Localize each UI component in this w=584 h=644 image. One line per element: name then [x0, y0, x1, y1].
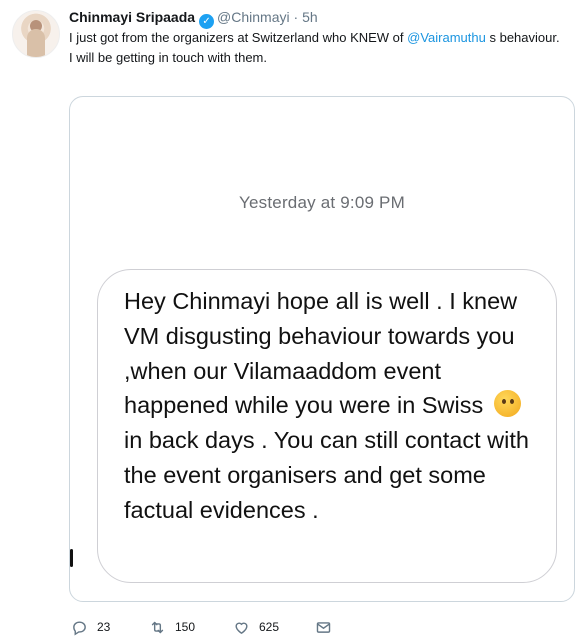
- tweet-text-part-2: s behaviour.: [485, 30, 560, 45]
- mention-link[interactable]: @Vairamuthu: [407, 30, 486, 45]
- direct-message-button[interactable]: [315, 619, 341, 636]
- like-button[interactable]: 625: [233, 619, 315, 636]
- message-text-after-emoji: in back days . You can still contact wit…: [124, 427, 529, 523]
- message-text: Hey Chinmayi hope all is well . I knew V…: [124, 284, 546, 528]
- retweet-button[interactable]: 150: [149, 619, 233, 636]
- message-bubble: Hey Chinmayi hope all is well . I knew V…: [97, 269, 557, 583]
- tweet-text-line-2: I will be getting in touch with them.: [69, 50, 267, 65]
- like-count: 625: [259, 620, 280, 634]
- tweet-time[interactable]: 5h: [302, 9, 318, 25]
- verified-badge-icon: ✓: [199, 14, 215, 29]
- media-image[interactable]: Yesterday at 9:09 PM Hey Chinmayi hope a…: [69, 96, 575, 602]
- author-handle[interactable]: @Chinmayi: [217, 9, 290, 25]
- tweet-text-line-1: I just got from the organizers at Switze…: [69, 29, 569, 46]
- tweet-actions: 23 150 625: [71, 617, 341, 637]
- reply-count: 23: [97, 620, 111, 634]
- reply-button[interactable]: 23: [71, 619, 149, 636]
- avatar[interactable]: [12, 10, 60, 58]
- tweet-text: I just got from the organizers at Switze…: [69, 29, 569, 66]
- message-timestamp: Yesterday at 9:09 PM: [239, 193, 405, 212]
- envelope-icon: [316, 621, 331, 633]
- retweet-icon: [151, 621, 164, 633]
- reply-icon: [73, 620, 86, 636]
- message-text-before-emoji: Hey Chinmayi hope all is well . I knew V…: [124, 288, 518, 419]
- tweet-header: Chinmayi Sripaada ✓ @Chinmayi · 5h: [69, 8, 318, 29]
- separator-dot: ·: [293, 9, 299, 25]
- screenshot-edge-mark: [70, 549, 73, 567]
- author-display-name[interactable]: Chinmayi Sripaada: [69, 9, 195, 25]
- retweet-count: 150: [175, 620, 196, 634]
- heart-icon: [235, 622, 248, 634]
- thinking-face-icon: [493, 390, 521, 418]
- tweet-text-part-1: I just got from the organizers at Switze…: [69, 30, 408, 45]
- avatar-figure: [27, 29, 45, 57]
